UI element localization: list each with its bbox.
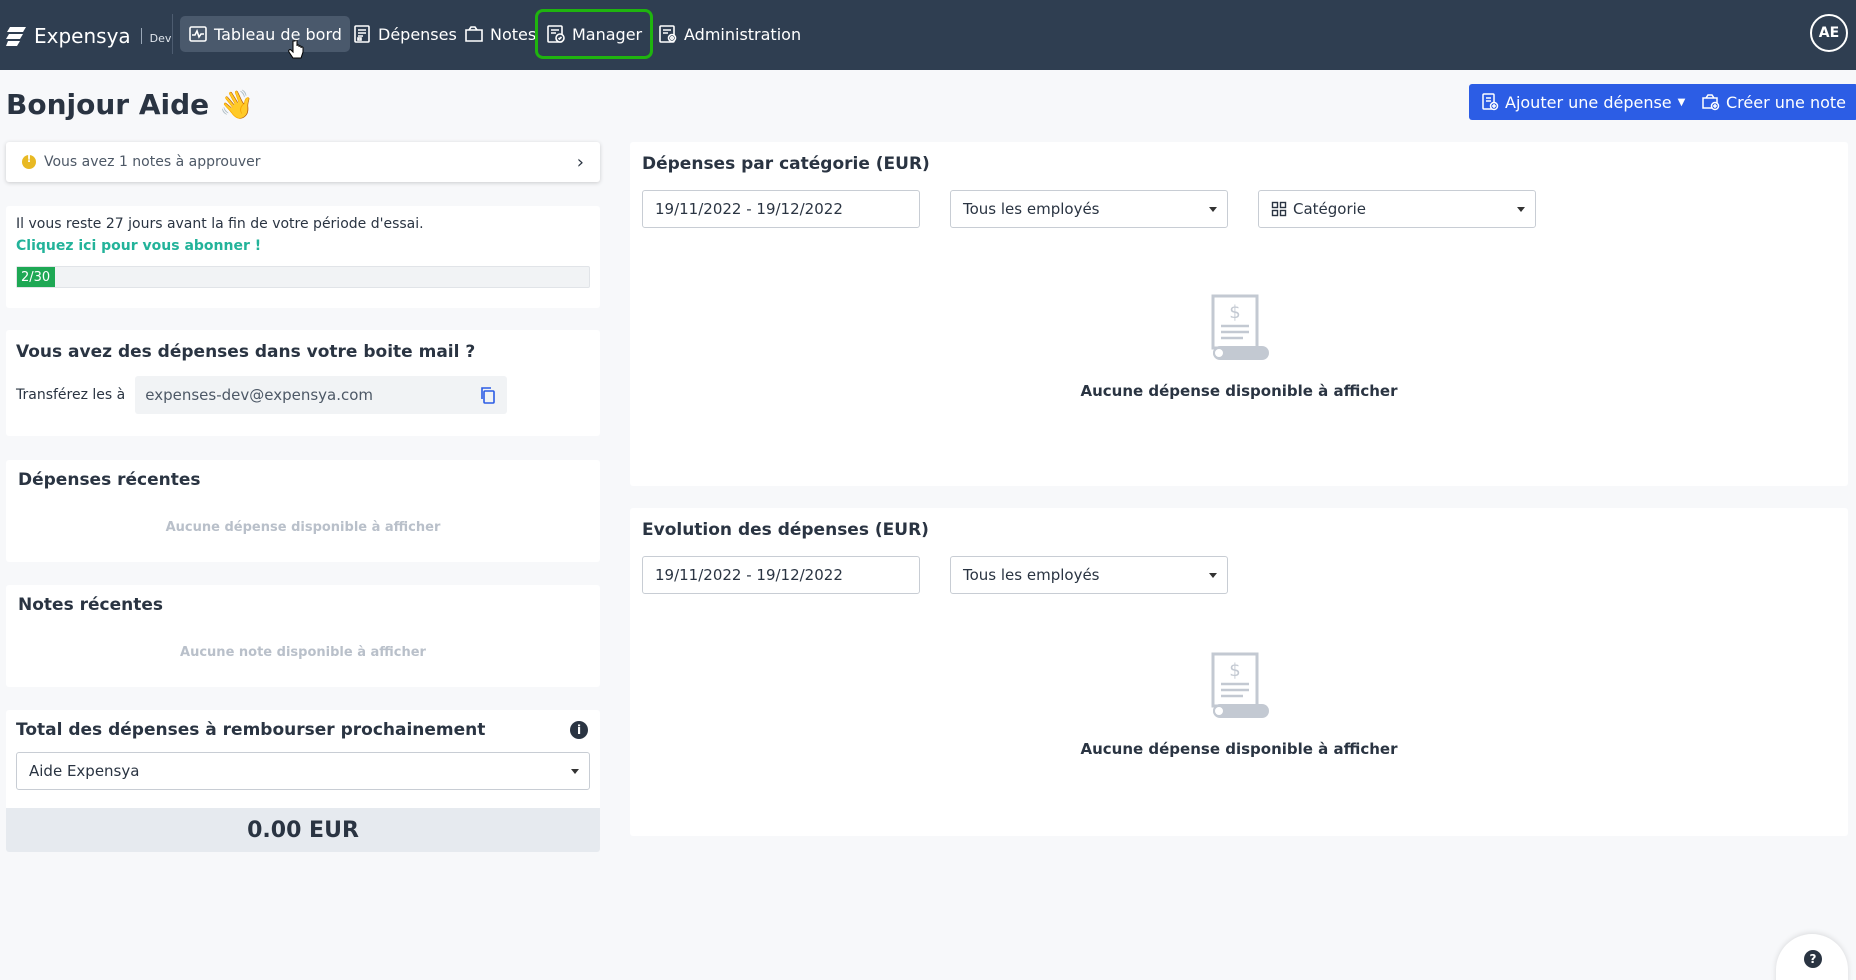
recent-expenses-card: Dépenses récentes Aucune dépense disponi… [6, 460, 600, 562]
mail-forward-card: Vous avez des dépenses dans votre boite … [6, 330, 600, 436]
environment-badge: Dev [149, 32, 172, 45]
employees-select[interactable]: Tous les employés [950, 556, 1228, 594]
employees-select[interactable]: Tous les employés [950, 190, 1228, 228]
nav-item-expenses[interactable]: Dépenses [344, 16, 465, 52]
recent-notes-empty: Aucune note disponible à afficher [180, 645, 426, 660]
trial-progress-fill: 2/30 [17, 267, 55, 287]
caret-down-icon: ▼ [1677, 96, 1686, 108]
trial-text: Il vous reste 27 jours avant la fin de v… [16, 216, 424, 232]
top-navbar: Expensya Dev Tableau de bord Dépenses No… [0, 0, 1856, 70]
date-range-value: 19/11/2022 - 19/12/2022 [655, 566, 843, 584]
caret-down-icon [1209, 207, 1217, 212]
reimbursement-total-card: Total des dépenses à rembourser prochain… [6, 710, 600, 852]
manager-icon [547, 25, 565, 43]
nav-item-manager[interactable]: Manager [534, 9, 654, 59]
folder-icon [465, 26, 483, 42]
grid-icon [1271, 201, 1287, 217]
caret-down-icon [1209, 573, 1217, 578]
employees-select-value: Tous les employés [963, 200, 1100, 218]
caret-down-icon [571, 769, 579, 774]
recent-expenses-empty: Aucune dépense disponible à afficher [165, 520, 441, 535]
user-avatar[interactable]: AE [1810, 14, 1848, 52]
category-chart-empty: $ Aucune dépense disponible à afficher [642, 292, 1836, 400]
subscribe-link[interactable]: Cliquez ici pour vous abonner ! [16, 238, 590, 254]
employee-select[interactable]: Aide Expensya [16, 752, 590, 790]
copy-icon[interactable] [479, 386, 497, 404]
create-note-label: Créer une note [1726, 92, 1847, 112]
trial-card: Il vous reste 27 jours avant la fin de v… [6, 206, 600, 308]
mail-address: expenses-dev@expensya.com [145, 386, 374, 404]
employees-select-value: Tous les employés [963, 566, 1100, 584]
expensya-logo-icon [6, 27, 26, 46]
employee-select-value: Aide Expensya [29, 762, 140, 780]
info-icon[interactable]: i [570, 721, 588, 739]
expenses-evolution-card: Evolution des dépenses (EUR) 19/11/2022 … [630, 508, 1848, 836]
mouse-cursor-icon [288, 40, 304, 59]
nav-item-administration[interactable]: Administration [650, 16, 809, 52]
brand[interactable]: Expensya Dev [6, 22, 171, 50]
recent-notes-card: Notes récentes Aucune note disponible à … [6, 585, 600, 687]
nav-item-label: Dépenses [378, 24, 457, 44]
mail-address-field[interactable]: expenses-dev@expensya.com [135, 376, 508, 414]
approvals-banner[interactable]: Vous avez 1 notes à approuver › [6, 142, 600, 182]
caret-down-icon [1517, 207, 1525, 212]
approvals-text: Vous avez 1 notes à approuver [44, 154, 261, 170]
evolution-chart-empty: $ Aucune dépense disponible à afficher [642, 650, 1836, 758]
brand-name: Expensya [34, 24, 131, 48]
mail-card-title: Vous avez des dépenses dans votre boite … [16, 342, 476, 362]
recent-notes-title: Notes récentes [18, 595, 163, 615]
add-expense-label: Ajouter une dépense [1505, 92, 1672, 112]
admin-icon [659, 25, 677, 43]
waving-hand-icon: 👋 [219, 88, 255, 121]
nav-item-dashboard[interactable]: Tableau de bord [180, 16, 350, 52]
date-range-input[interactable]: 19/11/2022 - 19/12/2022 [642, 556, 920, 594]
page-title: Bonjour Aide 👋 [6, 88, 254, 121]
nav-divider [172, 14, 173, 54]
category-empty-message: Aucune dépense disponible à afficher [1080, 382, 1398, 400]
mail-label: Transférez les à [16, 387, 126, 403]
nav-item-label: Tableau de bord [214, 24, 342, 44]
trial-progress-bar: 2/30 [16, 266, 590, 288]
nav-item-label: Notes [490, 24, 537, 44]
receipt-add-icon [1482, 93, 1499, 111]
chevron-right-icon: › [576, 151, 584, 173]
evolution-chart-title: Evolution des dépenses (EUR) [642, 520, 929, 540]
folder-add-icon [1702, 94, 1720, 111]
total-amount: 0.00 EUR [6, 808, 600, 852]
receipt-icon [354, 25, 370, 43]
empty-receipt-icon: $ [1211, 294, 1269, 360]
date-range-input[interactable]: 19/11/2022 - 19/12/2022 [642, 190, 920, 228]
help-button[interactable]: ? [1776, 934, 1848, 980]
dashboard-icon [189, 26, 207, 42]
category-select-value: Catégorie [1293, 200, 1367, 218]
brand-separator [140, 28, 142, 44]
svg-text:$: $ [1229, 302, 1240, 323]
nav-item-label: Administration [684, 24, 802, 44]
add-expense-button[interactable]: Ajouter une dépense ▼ [1469, 84, 1698, 120]
help-icon: ? [1804, 950, 1822, 968]
empty-receipt-icon: $ [1211, 652, 1269, 718]
greeting-text: Bonjour Aide [6, 88, 210, 121]
nav-item-notes[interactable]: Notes [456, 16, 544, 52]
category-select[interactable]: Catégorie [1258, 190, 1536, 228]
evolution-empty-message: Aucune dépense disponible à afficher [1080, 740, 1398, 758]
svg-text:$: $ [1229, 660, 1240, 681]
nav-item-label: Manager [572, 24, 643, 44]
create-note-button[interactable]: Créer une note [1690, 84, 1856, 120]
warning-icon [22, 154, 36, 169]
trial-progress-label: 2/30 [21, 269, 51, 285]
recent-expenses-title: Dépenses récentes [18, 470, 201, 490]
category-chart-title: Dépenses par catégorie (EUR) [642, 154, 930, 174]
expenses-by-category-card: Dépenses par catégorie (EUR) 19/11/2022 … [630, 142, 1848, 486]
total-title: Total des dépenses à rembourser prochain… [16, 720, 486, 740]
date-range-value: 19/11/2022 - 19/12/2022 [655, 200, 843, 218]
